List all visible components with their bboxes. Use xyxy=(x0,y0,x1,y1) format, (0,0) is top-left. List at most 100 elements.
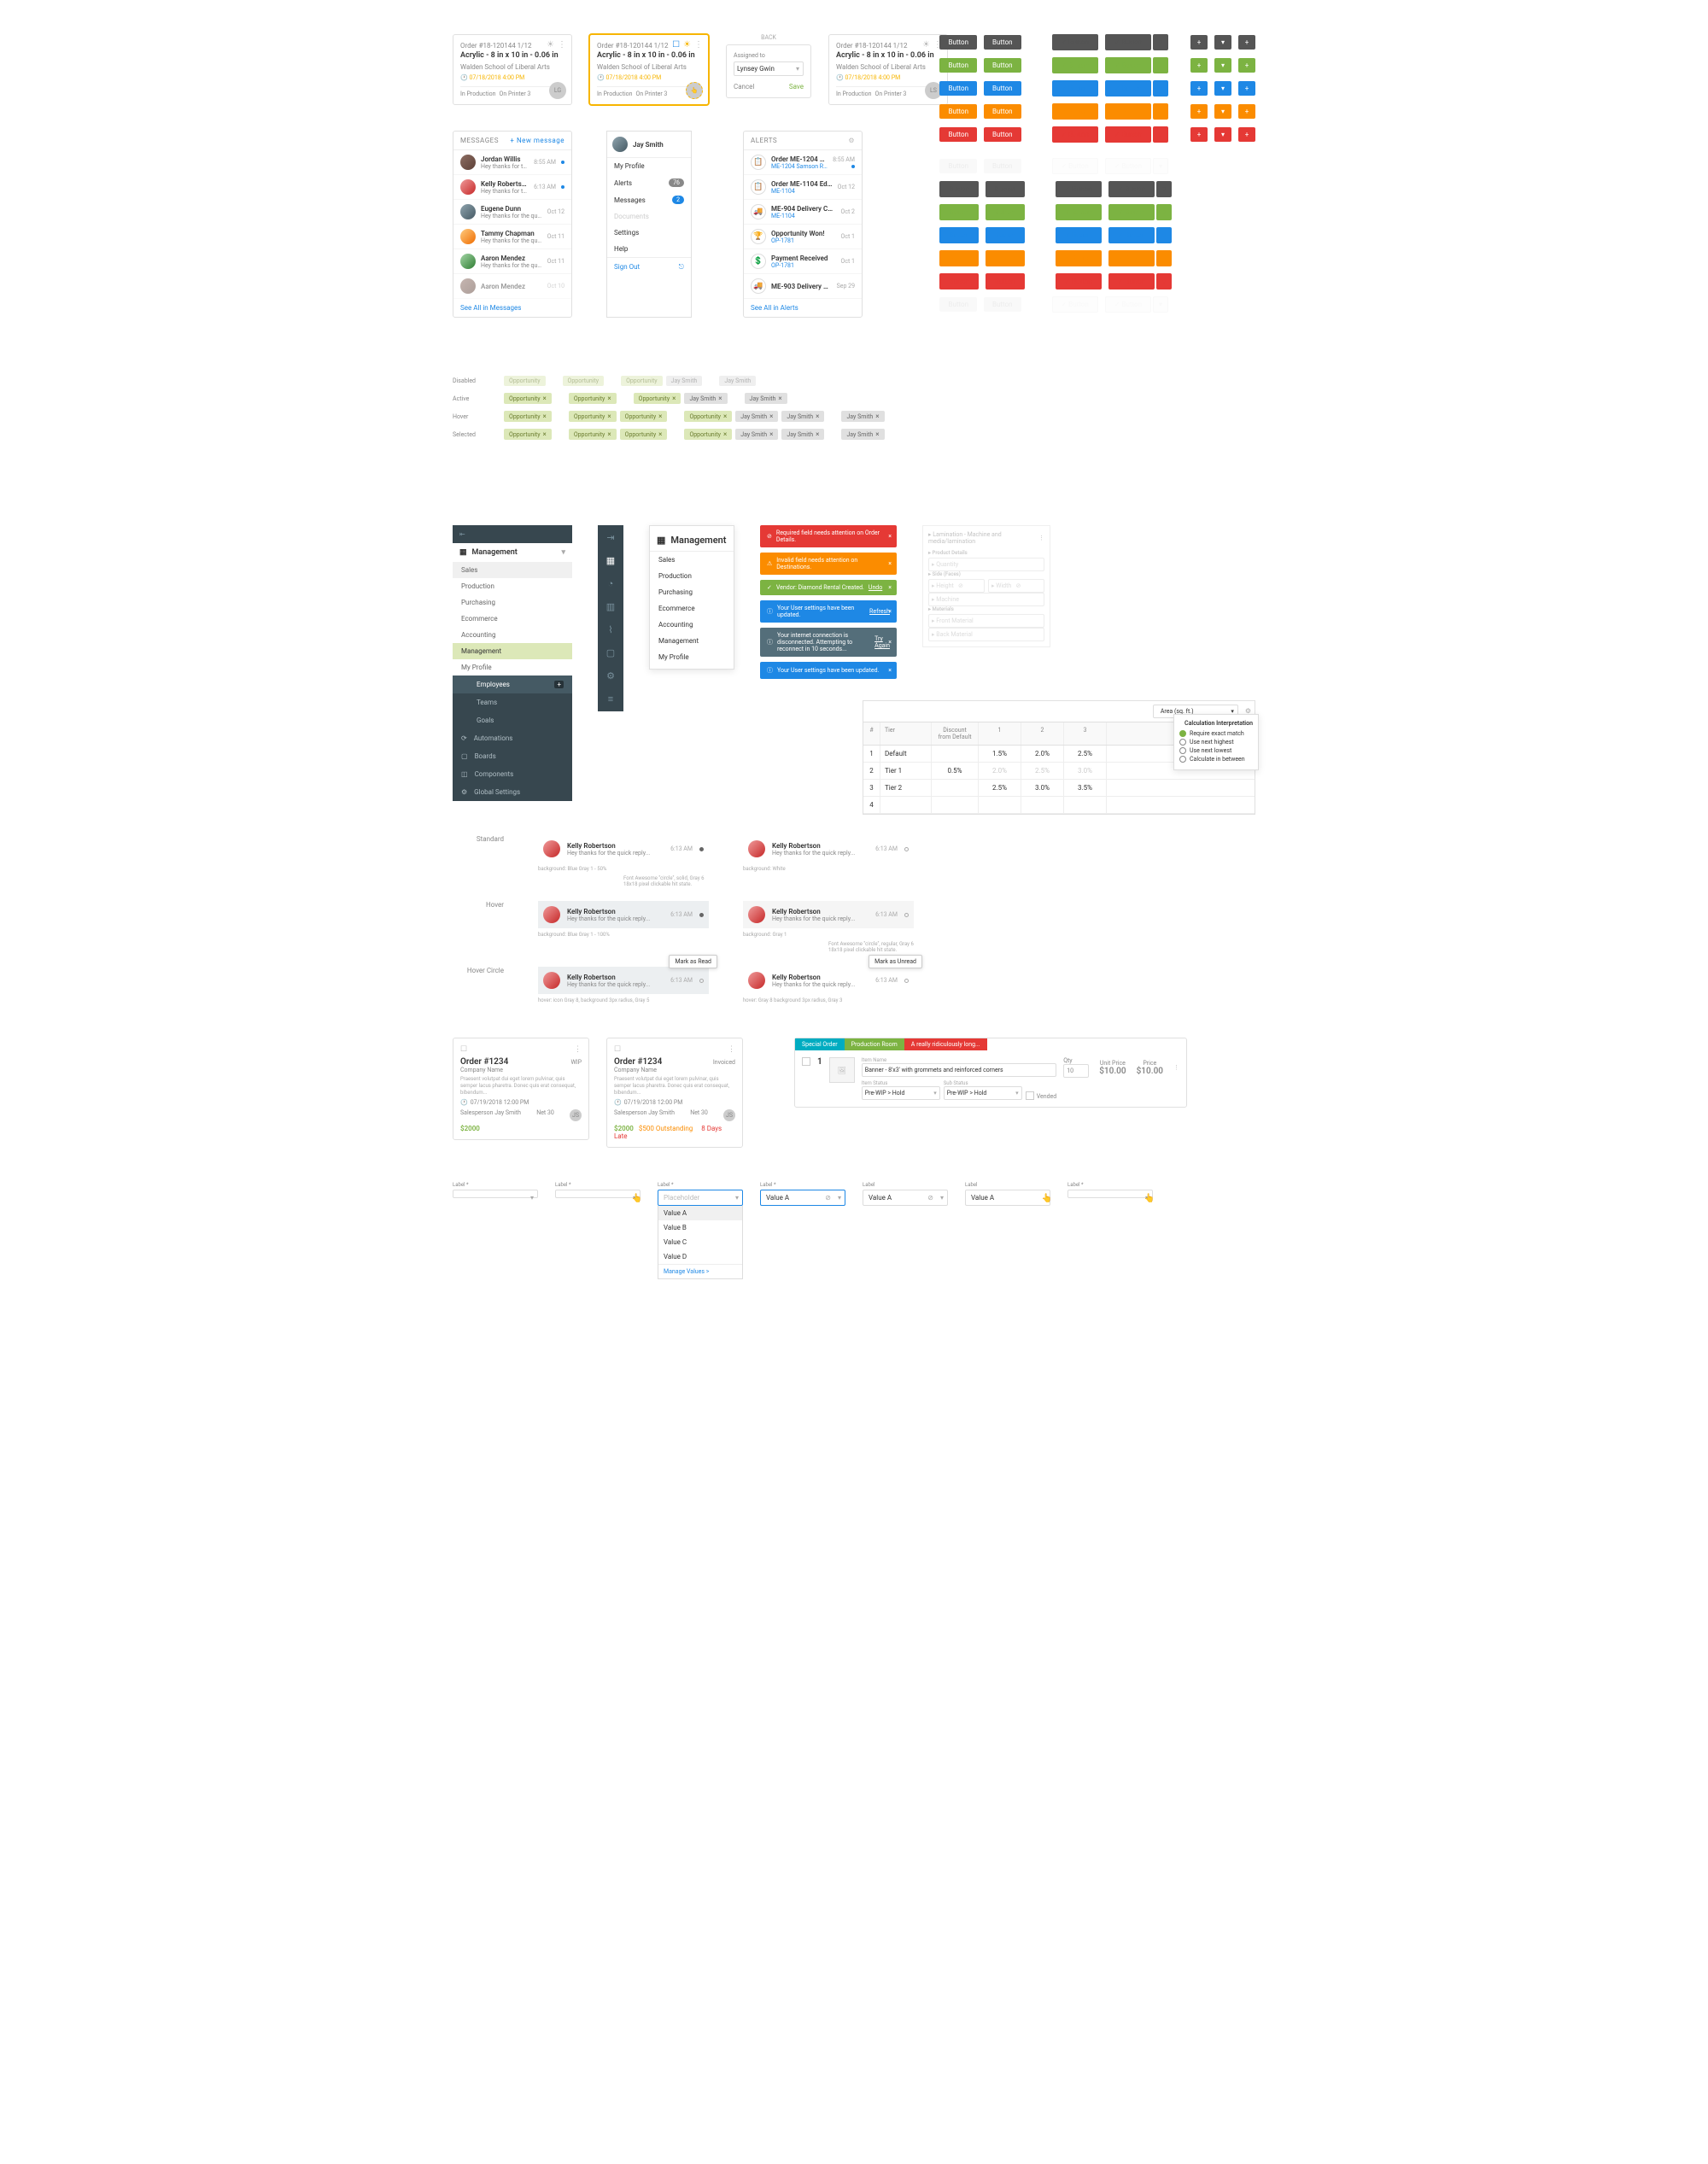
add-button[interactable]: + xyxy=(1190,35,1208,50)
alert-item[interactable]: 💲 Payment ReceivedOP-1781 Oct 1 xyxy=(744,249,862,274)
dropdown-input[interactable]: Value A ⊘ ▾ xyxy=(760,1190,845,1206)
dropdown-button[interactable]: ▾ xyxy=(1153,34,1168,50)
tag-person[interactable]: Jay Smith × xyxy=(745,393,787,404)
radio-option[interactable]: Use next lowest xyxy=(1179,747,1253,754)
dropdown-input[interactable]: Placeholder ▾ xyxy=(658,1190,743,1206)
add-button[interactable]: + xyxy=(1238,35,1255,50)
signout-icon[interactable]: ⎋ xyxy=(679,263,684,272)
dropdown-button[interactable]: ▾ xyxy=(1156,250,1172,266)
flyout-item-accounting[interactable]: Accounting xyxy=(650,617,734,633)
clear-icon[interactable]: ⊘ xyxy=(825,1194,831,1202)
sidebar-item-my profile[interactable]: My Profile xyxy=(453,659,572,676)
button-btn-light[interactable]: ✓ Button xyxy=(1052,296,1098,313)
dropdown-button[interactable]: ▾ xyxy=(1153,296,1168,313)
button-btn-blue[interactable]: Button xyxy=(939,227,979,243)
add-button[interactable]: + xyxy=(1238,81,1255,96)
table-cell[interactable]: 3.0% xyxy=(1064,763,1107,779)
button-btn-green[interactable]: Button xyxy=(939,204,979,220)
table-cell[interactable] xyxy=(1064,797,1107,813)
settings-icon[interactable]: ⚙ xyxy=(848,137,855,144)
dropdown-input[interactable]: ▾ xyxy=(453,1190,538,1198)
add-button[interactable]: + xyxy=(1190,127,1208,142)
dropdown-button[interactable]: ▾ xyxy=(1153,158,1168,174)
flyout-item-production[interactable]: Production xyxy=(650,568,734,584)
dropdown-button[interactable]: ▾ xyxy=(1156,273,1172,290)
button-btn-dark[interactable]: Button xyxy=(984,35,1021,50)
button-btn-blue[interactable]: ✓ Button xyxy=(1052,80,1098,97)
message-item[interactable]: Kelly RobertsonHey thanks for the quick … xyxy=(538,901,709,928)
sidebar-sub-goals[interactable]: Goals xyxy=(453,711,572,729)
sidebar-item-ecommerce[interactable]: Ecommerce xyxy=(453,611,572,627)
expand-icon[interactable]: ⇥ xyxy=(606,532,614,543)
tag-person[interactable]: Jay Smith × xyxy=(841,411,884,422)
checkbox[interactable] xyxy=(802,1057,810,1066)
button-btn-blue[interactable]: ✓ Button xyxy=(1108,227,1155,243)
add-button[interactable]: + xyxy=(1238,104,1255,119)
alert-item[interactable]: 📋 Order ME-1204 VoidedME-1204 Samson Rea… xyxy=(744,150,862,175)
item-name-input[interactable]: Banner - 8'x3' with grommets and reinfor… xyxy=(862,1063,1056,1077)
dropdown-button[interactable]: ▾ xyxy=(1156,181,1172,197)
table-cell[interactable] xyxy=(932,746,979,762)
toast-action[interactable]: Refresh xyxy=(869,608,890,615)
sidebar-item-sales[interactable]: Sales xyxy=(453,562,572,578)
button-btn-red[interactable]: Button xyxy=(984,127,1021,142)
checkbox-icon[interactable]: ☐ xyxy=(614,1045,621,1054)
button-btn-green[interactable]: Button xyxy=(984,58,1021,73)
message-item[interactable]: Kelly RobertsonHey thanks for the quick … xyxy=(743,835,914,863)
more-icon[interactable]: ⋮ xyxy=(728,1045,735,1054)
alert-item[interactable]: 🏆 Opportunity Won!OP-1781 Oct 1 xyxy=(744,225,862,249)
tag-opportunity[interactable]: Opportunity × xyxy=(684,411,732,422)
table-cell[interactable] xyxy=(880,797,932,813)
sidebar-item-boards[interactable]: ▢Boards xyxy=(453,747,572,765)
close-icon[interactable]: × xyxy=(888,667,892,674)
tag-opportunity[interactable]: Opportunity × xyxy=(504,393,552,404)
button-btn-green[interactable]: Button xyxy=(986,204,1025,220)
add-button[interactable]: + xyxy=(1190,104,1208,119)
tag-opportunity[interactable]: Opportunity × xyxy=(569,393,617,404)
button-btn-orange[interactable]: Button xyxy=(986,250,1025,266)
detail-input[interactable]: ▸ Back Material xyxy=(928,628,1044,641)
tag-opportunity[interactable]: Opportunity xyxy=(504,376,546,386)
table-cell[interactable]: 2.5% xyxy=(979,780,1021,796)
close-icon[interactable]: × xyxy=(888,533,892,540)
message-item[interactable]: Kelly RobertsonHey thanks for the quick … xyxy=(538,967,709,994)
button-btn-red[interactable]: Button xyxy=(939,127,977,142)
dropdown-button[interactable]: ▾ xyxy=(1214,104,1231,119)
button-btn-red[interactable]: ✓ Button xyxy=(1056,273,1102,290)
sidebar-item-management[interactable]: Management xyxy=(453,643,572,659)
tag-opportunity[interactable]: Opportunity × xyxy=(620,429,668,440)
tag-opportunity[interactable]: Opportunity × xyxy=(684,429,732,440)
table-cell[interactable]: 2.0% xyxy=(1021,746,1064,762)
see-all-link[interactable]: See All in Alerts xyxy=(744,299,862,317)
sidebar-sub-employees[interactable]: Employees+ xyxy=(453,676,572,693)
button-btn-light[interactable]: Button xyxy=(939,297,977,312)
button-btn-red[interactable]: Button xyxy=(986,273,1025,290)
button-btn-dark[interactable]: ✓ Button xyxy=(1105,34,1151,50)
height-input[interactable]: ▸ Height ⊘ xyxy=(928,579,985,593)
flyout-item-sales[interactable]: Sales xyxy=(650,552,734,568)
dropdown-button[interactable]: ▾ xyxy=(1156,227,1172,243)
button-btn-dark[interactable]: Button xyxy=(986,181,1025,197)
add-button[interactable]: + xyxy=(1238,58,1255,73)
dropdown-input[interactable]: Value A xyxy=(965,1190,1050,1206)
dropdown-button[interactable]: ▾ xyxy=(1156,204,1172,220)
unread-dot[interactable] xyxy=(699,979,704,983)
flyout-item-management[interactable]: Management xyxy=(650,633,734,649)
tag-opportunity[interactable]: Opportunity × xyxy=(634,393,681,404)
button-btn-orange[interactable]: ✓ Button xyxy=(1108,250,1155,266)
table-row[interactable]: 4 xyxy=(863,797,1255,814)
tag-person[interactable]: Jay Smith × xyxy=(735,411,778,422)
order-card[interactable]: ☀⋮ Order #18-120144 1/12 Acrylic - 8 in … xyxy=(828,34,948,105)
button-btn-blue[interactable]: Button xyxy=(984,81,1021,96)
manage-link[interactable]: Manage Values > xyxy=(658,1264,742,1278)
dropdown-button[interactable]: ▾ xyxy=(1153,103,1168,120)
dropdown-option[interactable]: Value D xyxy=(658,1249,742,1264)
add-button[interactable]: + xyxy=(1238,127,1255,142)
button-btn-blue[interactable]: Button xyxy=(986,227,1025,243)
button-btn-orange[interactable]: Button xyxy=(984,104,1021,119)
table-cell[interactable]: 1.5% xyxy=(979,746,1021,762)
button-btn-orange[interactable]: Button xyxy=(939,104,977,119)
tag-opportunity[interactable]: Opportunity × xyxy=(504,429,552,440)
flyout-item-purchasing[interactable]: Purchasing xyxy=(650,584,734,600)
table-cell[interactable]: 2.5% xyxy=(1021,763,1064,779)
